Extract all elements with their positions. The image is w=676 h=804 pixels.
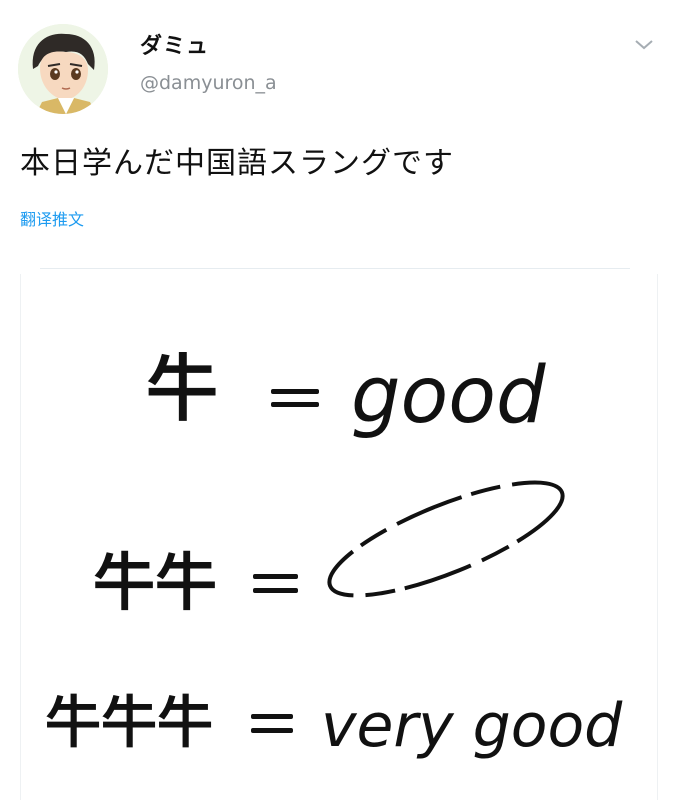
tweet-text: 本日学んだ中国語スラングです <box>20 146 454 181</box>
tweet-image[interactable]: 牛 good 牛牛 牛牛牛 very good <box>20 274 658 800</box>
chevron-down-icon[interactable] <box>630 34 658 54</box>
dashed-ellipse <box>327 480 565 598</box>
translate-link[interactable]: 翻译推文 <box>20 206 84 230</box>
row-3-left: 牛牛牛 <box>45 691 213 756</box>
divider <box>40 268 630 269</box>
tweet-header: ダミュ @damyuron_a <box>0 0 676 120</box>
handwritten-image: 牛 good 牛牛 牛牛牛 very good <box>45 347 623 761</box>
row-3-right: very good <box>321 691 623 761</box>
row-1-left: 牛 <box>146 347 218 431</box>
author-handle[interactable]: @damyuron_a <box>140 72 277 94</box>
row-2-left: 牛牛 <box>93 546 217 619</box>
avatar[interactable] <box>18 24 108 114</box>
row-1-right: good <box>351 351 546 441</box>
avatar-image <box>18 24 108 114</box>
author-name[interactable]: ダミュ <box>140 28 209 60</box>
